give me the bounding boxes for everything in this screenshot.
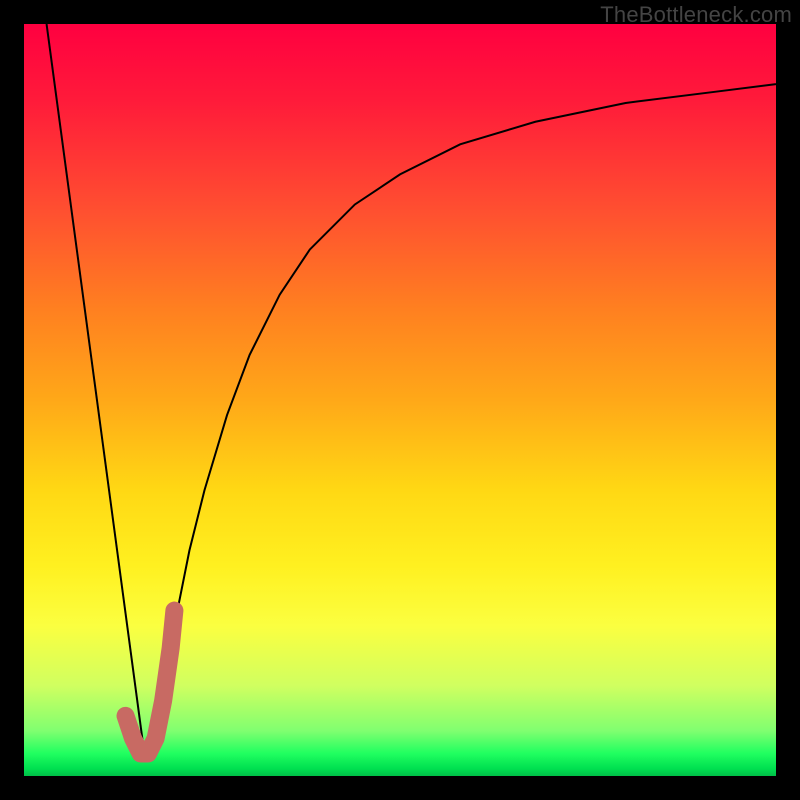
line-descending-left: [47, 24, 145, 753]
plot-area: [24, 24, 776, 776]
line-ascending-curve: [144, 84, 776, 753]
chart-frame: TheBottleneck.com: [0, 0, 800, 800]
chart-svg: [24, 24, 776, 776]
highlight-hook: [126, 611, 175, 754]
